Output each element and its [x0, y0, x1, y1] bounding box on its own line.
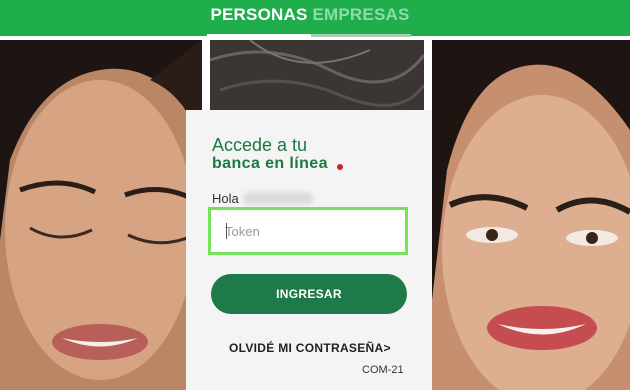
hero-photo-middle [210, 40, 424, 110]
blurred-username [243, 192, 313, 205]
hero-photo-right [432, 40, 630, 390]
tab-empresas[interactable]: EMPRESAS [311, 3, 411, 37]
tab-personas-underline [207, 34, 311, 37]
token-field-wrapper [208, 207, 408, 255]
submit-button[interactable]: INGRESAR [211, 274, 407, 314]
login-title-line2: banca en línea [212, 155, 328, 172]
login-title-line1: Accede a tu [212, 135, 308, 155]
brand-dot-icon [337, 164, 343, 170]
token-input[interactable] [211, 210, 405, 252]
tab-empresas-underline [311, 34, 411, 37]
page-code-label: COM-21 [362, 364, 404, 376]
hero-photo-left [0, 40, 202, 390]
login-card: Accede a tu banca en línea Hola INGRESAR… [186, 110, 432, 390]
tab-personas[interactable]: PERSONAS [207, 3, 311, 37]
greeting-label: Hola [212, 191, 239, 206]
tab-empresas-label: EMPRESAS [312, 5, 410, 24]
forgot-password-link[interactable]: OLVIDÉ MI CONTRASEÑA> [229, 341, 391, 355]
top-nav-bar: PERSONAS EMPRESAS [0, 0, 630, 37]
text-caret [226, 223, 227, 239]
tab-personas-label: PERSONAS [210, 5, 308, 24]
